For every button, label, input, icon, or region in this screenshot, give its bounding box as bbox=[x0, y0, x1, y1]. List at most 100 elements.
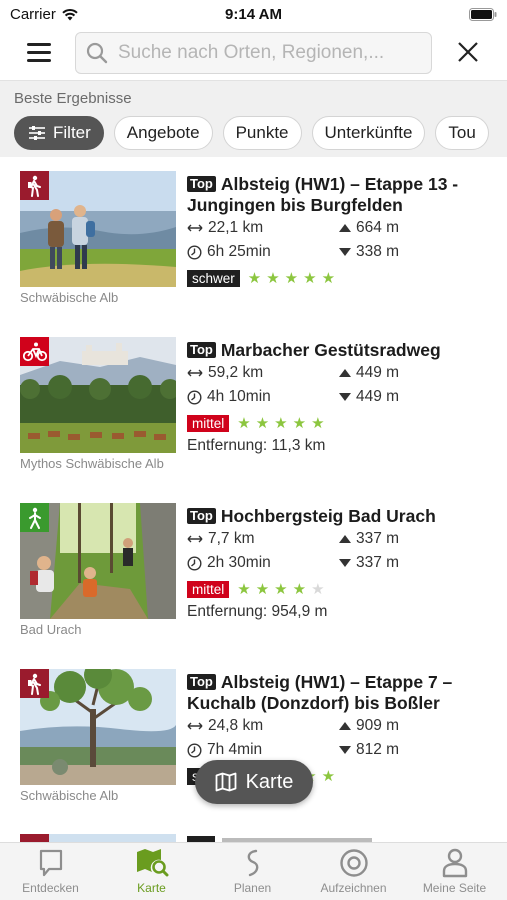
map-button-label: Karte bbox=[245, 770, 294, 793]
sliders-icon bbox=[29, 126, 45, 140]
tour-distance: 22,1 km bbox=[187, 219, 263, 237]
tour-descent: 449 m bbox=[339, 388, 399, 406]
clock-icon bbox=[187, 742, 202, 758]
tour-duration: 2h 30min bbox=[187, 554, 271, 572]
search-box[interactable] bbox=[75, 32, 432, 74]
star-icon: ★ bbox=[321, 270, 336, 287]
chip-tours[interactable]: Tou bbox=[435, 116, 489, 150]
star-icon: ★ bbox=[321, 768, 336, 785]
clock: 9:14 AM bbox=[225, 6, 282, 23]
person-icon bbox=[442, 848, 467, 878]
record-icon bbox=[339, 849, 368, 877]
rating-stars: ★★★★★ bbox=[237, 581, 324, 598]
tour-descent-value: 338 m bbox=[356, 243, 400, 260]
search-input[interactable] bbox=[118, 42, 418, 64]
tour-distance: 59,2 km bbox=[187, 364, 263, 382]
chip-accommodations[interactable]: Unterkünfte bbox=[311, 116, 426, 150]
battery-icon bbox=[469, 8, 497, 21]
tour-duration-value: 6h 25min bbox=[207, 243, 271, 260]
tab-aufzeichnen[interactable]: Aufzeichnen bbox=[303, 843, 404, 900]
tour-rating-row: mittel ★ ★ ★ ★ ★ bbox=[187, 414, 497, 433]
ascent-icon bbox=[339, 722, 351, 730]
tour-region: Bad Urach bbox=[20, 622, 82, 637]
menu-button[interactable] bbox=[25, 38, 55, 68]
tab-meine-seite[interactable]: Meine Seite bbox=[404, 843, 505, 900]
top-badge: Top bbox=[187, 342, 216, 358]
star-icon: ★ bbox=[255, 415, 270, 432]
filter-chip[interactable]: Filter bbox=[14, 116, 104, 150]
tour-duration-value: 4h 10min bbox=[207, 388, 271, 405]
difficulty-badge: mittel bbox=[187, 581, 230, 598]
tour-duration-value: 2h 30min bbox=[207, 554, 271, 571]
tour-ascent: 664 m bbox=[339, 219, 399, 237]
tour-title[interactable]: Top Marbacher Gestütsradweg bbox=[187, 340, 497, 361]
tour-info: Top Marbacher Gestütsradweg 59,2 km 4h 10… bbox=[187, 340, 497, 455]
map-button[interactable]: Karte bbox=[195, 760, 313, 804]
chip-points[interactable]: Punkte bbox=[222, 116, 302, 150]
tour-distance-from: Entfernung: 11,3 km bbox=[187, 437, 326, 454]
top-badge: Top bbox=[187, 176, 216, 192]
tour-descent: 338 m bbox=[339, 243, 399, 261]
tab-label: Meine Seite bbox=[422, 881, 487, 895]
tour-stats: 24,8 km 7h 4min 909 m 812 m bbox=[187, 717, 497, 765]
tour-descent-value: 812 m bbox=[356, 741, 400, 758]
star-icon: ★ bbox=[311, 415, 325, 432]
tab-karte[interactable]: Karte bbox=[101, 843, 202, 900]
tour-duration: 7h 4min bbox=[187, 741, 262, 759]
status-bar: Carrier 9:14 AM bbox=[0, 0, 507, 28]
tour-distance: 7,7 km bbox=[187, 530, 255, 548]
tour-distance-value: 24,8 km bbox=[208, 717, 264, 734]
tab-bar: Entdecken Karte Planen Aufzeichnen Meine… bbox=[0, 842, 507, 900]
tour-ascent: 449 m bbox=[339, 364, 399, 382]
clock-icon bbox=[187, 244, 202, 260]
search-header bbox=[0, 30, 507, 76]
tour-title[interactable]: Top Albsteig (HW1) – Etappe 7 – Kuchalb (… bbox=[187, 672, 497, 714]
tab-entdecken[interactable]: Entdecken bbox=[0, 843, 101, 900]
tab-label: Entdecken bbox=[22, 881, 79, 895]
tour-duration: 4h 10min bbox=[187, 388, 271, 406]
tour-ascent: 337 m bbox=[339, 530, 399, 548]
tour-ascent: 909 m bbox=[339, 717, 399, 735]
rating-stars: ★★★★★ bbox=[237, 415, 324, 432]
hiking-icon bbox=[27, 175, 41, 197]
tour-region: Mythos Schwäbische Alb bbox=[20, 456, 164, 471]
star-icon: ★ bbox=[237, 581, 251, 598]
tab-planen[interactable]: Planen bbox=[202, 843, 303, 900]
tab-label: Planen bbox=[233, 881, 272, 895]
hiking-icon bbox=[27, 673, 41, 695]
top-badge: Top bbox=[187, 674, 216, 690]
tour-card[interactable]: Mythos Schwäbische Alb Top Marbacher Gest… bbox=[0, 323, 507, 489]
map-icon bbox=[215, 772, 236, 792]
tour-info: Top Albsteig (HW1) – Etappe 13 - Junginge… bbox=[187, 174, 497, 288]
top-badge: Top bbox=[187, 508, 216, 524]
tour-ascent-value: 909 m bbox=[356, 717, 400, 734]
tour-info: Top Hochbergsteig Bad Urach 7,7 km 2h 30m… bbox=[187, 506, 497, 621]
tour-card[interactable]: Bad Urach Top Hochbergsteig Bad Urach 7,7… bbox=[0, 489, 507, 655]
clock-icon bbox=[187, 389, 202, 405]
tour-descent-value: 449 m bbox=[356, 388, 400, 405]
tour-stats: 22,1 km 6h 25min 664 m 338 m bbox=[187, 219, 497, 267]
descent-icon bbox=[339, 248, 351, 256]
tour-rating-row: mittel ★ ★ ★ ★ ★ bbox=[187, 580, 497, 599]
close-icon[interactable] bbox=[456, 40, 480, 64]
tour-rating-row: schwer ★★★★★ bbox=[187, 269, 497, 288]
star-icon: ★ bbox=[255, 581, 270, 598]
tour-title[interactable]: Top Hochbergsteig Bad Urach bbox=[187, 506, 497, 527]
star-icon: ★ bbox=[303, 270, 317, 287]
tour-descent-value: 337 m bbox=[356, 554, 400, 571]
star-icon: ★ bbox=[284, 270, 299, 287]
star-icon: ★ bbox=[266, 270, 280, 287]
tour-type-badge bbox=[20, 669, 49, 698]
chip-offers[interactable]: Angebote bbox=[113, 116, 213, 150]
route-icon bbox=[247, 849, 258, 877]
star-icon: ★ bbox=[292, 415, 307, 432]
tour-ascent-value: 337 m bbox=[356, 530, 400, 547]
tour-title-text: Albsteig (HW1) – Etappe 13 - Jungingen b… bbox=[187, 174, 459, 215]
tour-title[interactable]: Top Albsteig (HW1) – Etappe 13 - Junginge… bbox=[187, 174, 497, 216]
difficulty-badge: schwer bbox=[187, 270, 240, 287]
star-icon: ★ bbox=[292, 581, 307, 598]
tour-distance-from: Entfernung: 954,9 m bbox=[187, 603, 328, 620]
results-label: Beste Ergebnisse bbox=[14, 90, 132, 107]
tour-card[interactable]: Schwäbische Alb Top Albsteig (HW1) – Etap… bbox=[0, 157, 507, 323]
tour-duration: 6h 25min bbox=[187, 243, 271, 261]
